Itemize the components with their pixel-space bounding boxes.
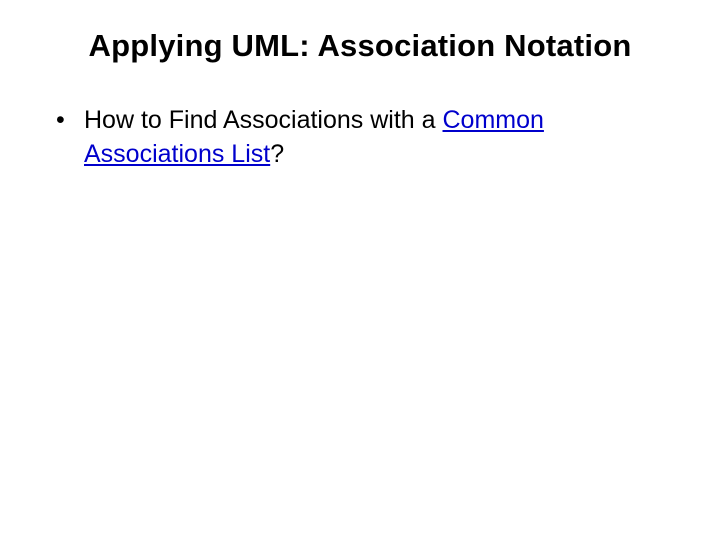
link-text-part1[interactable]: Common bbox=[443, 106, 544, 134]
bullet-item: How to Find Associations with a Common A… bbox=[56, 104, 680, 172]
slide-title: Applying UML: Association Notation bbox=[40, 28, 680, 64]
bullet-prefix: How to Find Associations with a bbox=[84, 106, 443, 134]
bullet-suffix: ? bbox=[270, 140, 284, 168]
bullet-list: How to Find Associations with a Common A… bbox=[40, 104, 680, 172]
link-text-part2[interactable]: Associations List bbox=[84, 140, 270, 168]
slide-container: Applying UML: Association Notation How t… bbox=[0, 0, 720, 540]
